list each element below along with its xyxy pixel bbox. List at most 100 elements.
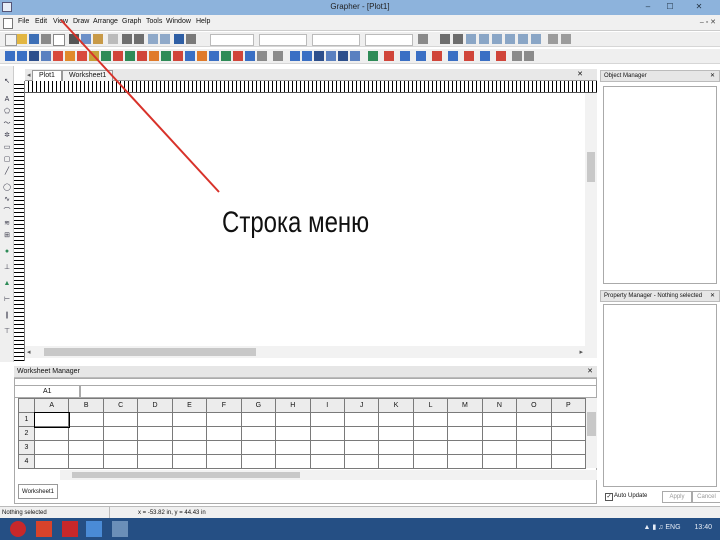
reshape-icon[interactable] (384, 51, 394, 61)
menu-graph[interactable]: Graph (122, 18, 141, 25)
redo-list-icon[interactable] (160, 34, 170, 44)
polar-plot-icon[interactable] (101, 51, 111, 61)
column-header[interactable]: M (447, 398, 483, 413)
print-icon[interactable] (41, 34, 51, 44)
menu-edit[interactable]: Edit (35, 18, 47, 25)
cell[interactable] (102, 426, 139, 441)
cell[interactable] (68, 454, 104, 469)
cell[interactable] (309, 440, 345, 455)
cell[interactable] (447, 412, 483, 427)
cell[interactable] (240, 440, 277, 455)
cell[interactable] (309, 454, 345, 469)
cell[interactable] (240, 426, 277, 441)
plot-vertical-scrollbar[interactable] (585, 93, 597, 346)
cell[interactable] (68, 412, 104, 427)
font-size-combo[interactable] (259, 34, 307, 46)
cell[interactable] (275, 440, 311, 455)
zoom-actual-icon[interactable] (505, 34, 515, 44)
add-fit-icon[interactable] (314, 51, 324, 61)
column-header[interactable]: E (171, 398, 208, 413)
options-icon[interactable] (561, 34, 571, 44)
step-plot-icon[interactable] (29, 51, 39, 61)
axis-plot-icon[interactable] (400, 51, 410, 61)
page-setup-icon[interactable] (53, 34, 65, 46)
cell[interactable] (481, 412, 518, 427)
cell[interactable] (447, 440, 483, 455)
align-bottom-icon[interactable]: ⊤ (3, 328, 11, 336)
cell[interactable] (481, 454, 518, 469)
cell[interactable] (378, 454, 414, 469)
property-manager-close-icon[interactable]: ✕ (710, 291, 715, 302)
column-header[interactable]: H (275, 398, 311, 413)
contour-plot-icon[interactable] (197, 51, 207, 61)
align-right-icon[interactable]: ∥ (3, 312, 11, 320)
ellipse-tool-icon[interactable]: ◯ (3, 184, 11, 192)
cell[interactable] (137, 412, 173, 427)
flip-tool-icon[interactable]: ⊥ (3, 264, 11, 272)
cell[interactable] (447, 454, 483, 469)
cell[interactable] (206, 426, 242, 441)
row-header[interactable]: 3 (18, 440, 35, 455)
cell[interactable] (102, 412, 139, 427)
cell[interactable] (550, 412, 587, 427)
cell[interactable] (412, 412, 449, 427)
cell[interactable] (343, 454, 380, 469)
column-header[interactable]: L (412, 398, 449, 413)
select-tool-icon[interactable]: ↖ (3, 78, 11, 86)
cell[interactable] (412, 440, 449, 455)
cell[interactable] (516, 440, 552, 455)
cell[interactable] (481, 426, 518, 441)
column-header[interactable]: O (516, 398, 552, 413)
tab-scroll-left-icon[interactable]: ◂ (27, 71, 31, 79)
column-header[interactable]: N (481, 398, 518, 413)
add-magnifier-icon[interactable] (350, 51, 360, 61)
cell[interactable] (516, 412, 552, 427)
pan-icon[interactable] (531, 34, 541, 44)
zoom-fit-icon[interactable] (479, 34, 489, 44)
scroll-right-icon[interactable]: ▸ (579, 348, 583, 356)
template-icon[interactable] (524, 51, 534, 61)
menu-draw[interactable]: Draw (73, 18, 89, 25)
cell[interactable] (550, 440, 587, 455)
pdf-reader-icon[interactable] (62, 521, 78, 537)
font-combo[interactable] (210, 34, 254, 46)
cell[interactable] (412, 426, 449, 441)
menu-file[interactable]: File (18, 18, 29, 25)
menu-help[interactable]: Help (196, 18, 210, 25)
cell[interactable] (447, 426, 483, 441)
cell[interactable] (33, 426, 70, 441)
new-icon[interactable] (5, 34, 17, 46)
graph-wizard-icon[interactable] (273, 51, 283, 61)
column-header[interactable]: K (378, 398, 414, 413)
property-manager-panel[interactable] (603, 304, 717, 487)
column-header[interactable]: D (137, 398, 173, 413)
line-tool-icon[interactable]: ╱ (3, 168, 11, 176)
polygon-tool-icon[interactable]: ⬠ (3, 108, 11, 116)
cell[interactable] (206, 412, 242, 427)
column-header[interactable]: C (102, 398, 139, 413)
zoom-selected-icon[interactable] (518, 34, 528, 44)
cell[interactable] (275, 426, 311, 441)
opera-icon[interactable] (10, 521, 26, 537)
open-icon[interactable] (17, 34, 27, 44)
cell[interactable] (171, 412, 208, 427)
cell[interactable] (171, 454, 208, 469)
apply-button[interactable]: Apply (662, 491, 692, 503)
bar-chart-horizontal-icon[interactable] (65, 51, 75, 61)
cell[interactable] (137, 454, 173, 469)
hilo-plot-icon[interactable] (245, 51, 255, 61)
help-icon[interactable] (174, 34, 184, 44)
axis-link-icon[interactable] (416, 51, 426, 61)
rotate-tool-icon[interactable]: ▲ (3, 280, 11, 288)
cell[interactable] (206, 454, 242, 469)
cell[interactable] (171, 440, 208, 455)
rose-diagram-icon[interactable] (125, 51, 135, 61)
zoom-rect-icon[interactable] (466, 34, 476, 44)
class-plot-icon[interactable] (221, 51, 231, 61)
3d-plot-icon[interactable] (173, 51, 183, 61)
color-picker-icon[interactable] (418, 34, 428, 44)
cell[interactable] (516, 454, 552, 469)
cell[interactable] (102, 454, 139, 469)
plot-properties-icon[interactable] (464, 51, 474, 61)
line-style-combo[interactable] (312, 34, 360, 46)
